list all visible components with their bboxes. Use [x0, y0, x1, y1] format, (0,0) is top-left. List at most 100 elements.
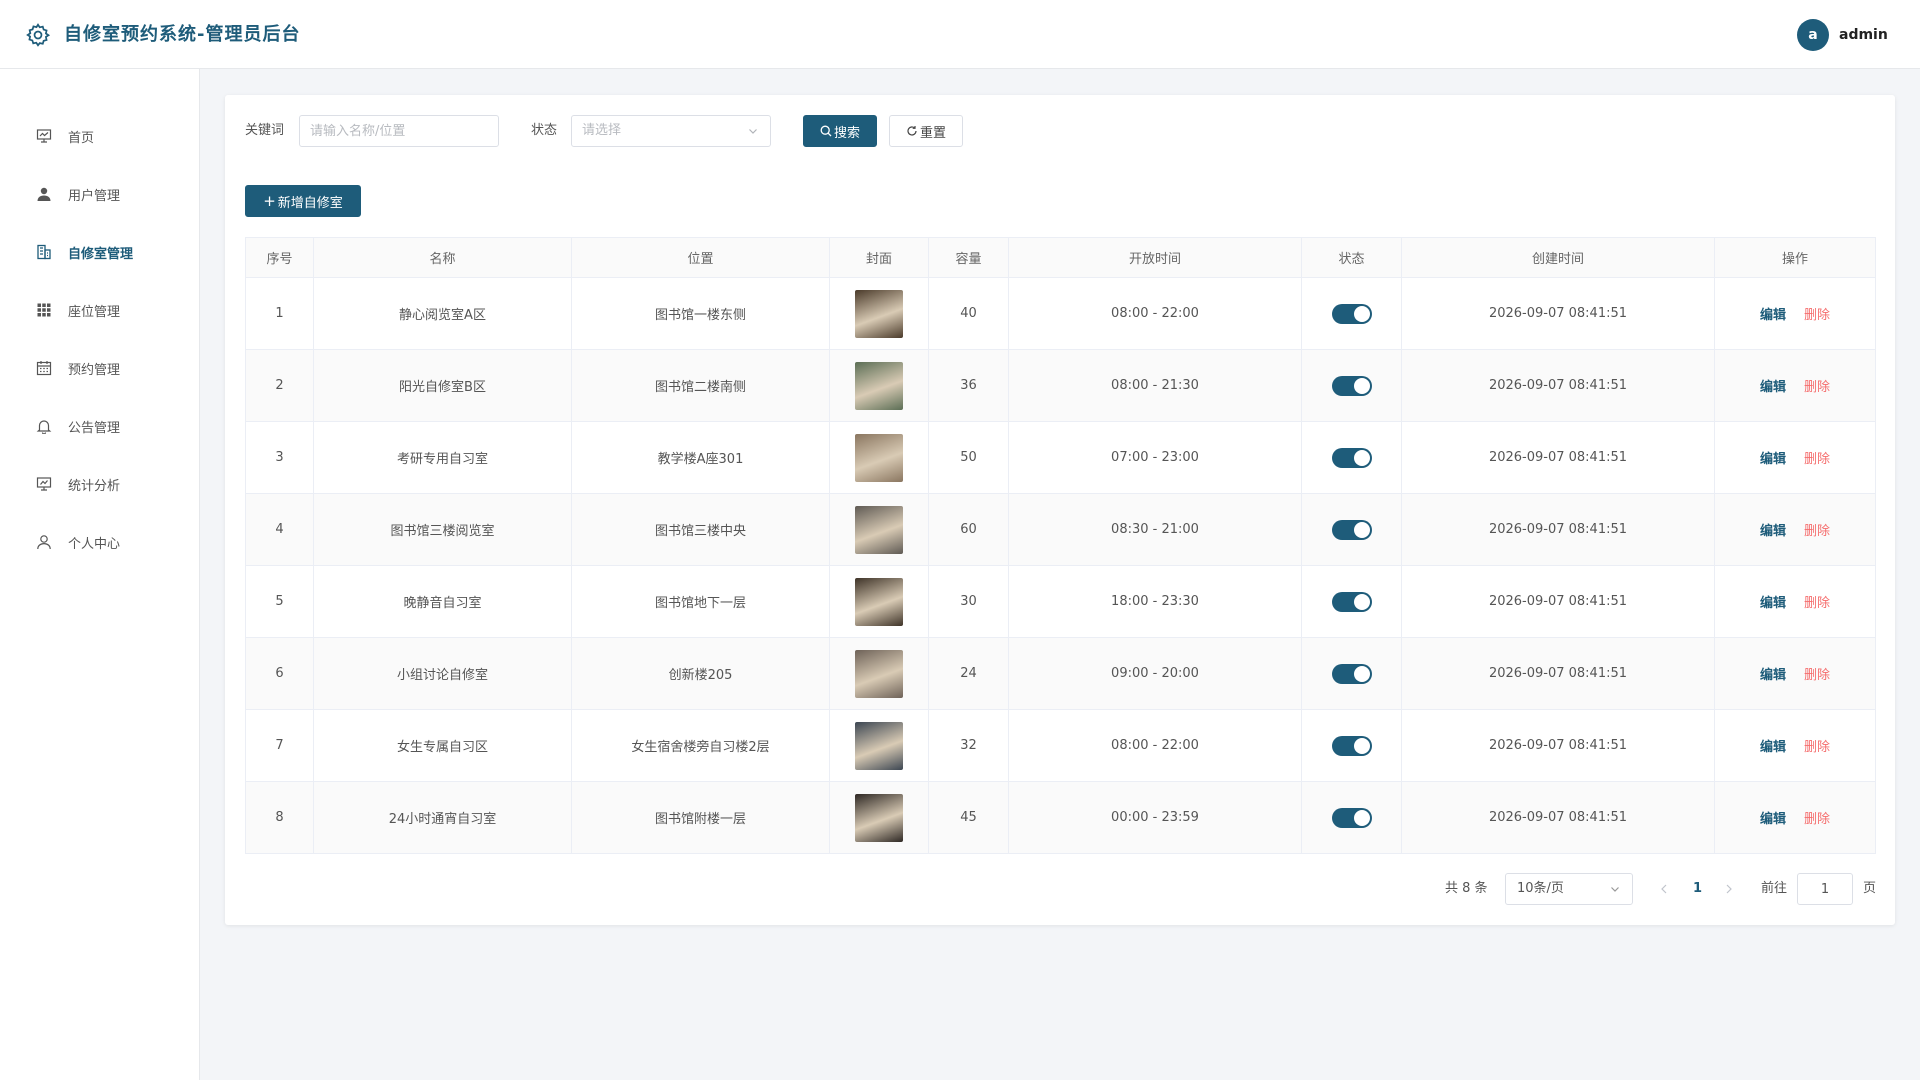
room-capacity: 40 [928, 277, 1009, 350]
sidebar-item-users[interactable]: 用户管理 [0, 174, 199, 214]
delete-button[interactable]: 删除 [1804, 452, 1830, 467]
cover-image[interactable] [855, 577, 903, 626]
edit-button[interactable]: 编辑 [1760, 308, 1786, 323]
column-header[interactable]: 创建时间 [1401, 237, 1715, 278]
sidebar-item-announcements[interactable]: 公告管理 [0, 406, 199, 446]
edit-button[interactable]: 编辑 [1760, 524, 1786, 539]
rooms-table: 序号 名称 位置 封面 容量 开放时间 状态 创建时间 操作 1 静心阅览室A区图… [245, 237, 1876, 854]
reset-button[interactable]: 重置 [889, 115, 963, 147]
status-toggle[interactable] [1331, 663, 1372, 684]
sidebar-item-reservations[interactable]: 预约管理 [0, 348, 199, 388]
delete-button[interactable]: 删除 [1804, 524, 1830, 539]
toggle-knob [1353, 737, 1370, 754]
sidebar-item-label: 预约管理 [68, 362, 121, 378]
actions-cell: 编辑 删除 [1714, 637, 1876, 710]
toggle-knob [1353, 809, 1370, 826]
room-name: 24小时通宵自习室 [313, 781, 572, 854]
room-capacity: 36 [928, 349, 1009, 422]
add-room-button[interactable]: + 新增自修室 [245, 185, 361, 217]
cover-image[interactable] [855, 289, 903, 338]
username[interactable]: admin [1839, 25, 1888, 45]
delete-button[interactable]: 删除 [1804, 596, 1830, 611]
column-header[interactable]: 名称 [313, 237, 572, 278]
column-header[interactable]: 序号 [245, 237, 314, 278]
status-toggle[interactable] [1331, 519, 1372, 540]
avatar[interactable]: a [1797, 19, 1829, 51]
status-toggle[interactable] [1331, 735, 1372, 756]
column-header[interactable]: 状态 [1301, 237, 1402, 278]
cover-image[interactable] [855, 433, 903, 482]
row-number: 8 [245, 781, 314, 854]
room-location: 图书馆二楼南侧 [571, 349, 830, 422]
edit-button[interactable]: 编辑 [1760, 380, 1786, 395]
created-time: 2026-09-07 08:41:51 [1401, 421, 1715, 494]
delete-button[interactable]: 删除 [1804, 740, 1830, 755]
cover-cell [829, 421, 929, 494]
open-hours: 08:00 - 21:30 [1008, 349, 1302, 422]
reset-button-label: 重置 [919, 125, 946, 141]
status-toggle[interactable] [1331, 303, 1372, 324]
sidebar-item-label: 公告管理 [68, 420, 121, 436]
edit-button[interactable]: 编辑 [1760, 740, 1786, 755]
column-header[interactable]: 开放时间 [1008, 237, 1302, 278]
keyword-input[interactable] [299, 115, 499, 147]
room-name: 阳光自修室B区 [313, 349, 572, 422]
edit-button[interactable]: 编辑 [1760, 668, 1786, 683]
bell-icon [35, 417, 53, 435]
edit-button[interactable]: 编辑 [1760, 812, 1786, 827]
column-header[interactable]: 容量 [928, 237, 1009, 278]
column-header[interactable]: 封面 [829, 237, 929, 278]
created-time: 2026-09-07 08:41:51 [1401, 637, 1715, 710]
cover-image[interactable] [855, 649, 903, 698]
edit-button[interactable]: 编辑 [1760, 596, 1786, 611]
sidebar-item-statistics[interactable]: 统计分析 [0, 464, 199, 504]
open-hours: 08:30 - 21:00 [1008, 493, 1302, 566]
sidebar-item-home[interactable]: 首页 [0, 116, 199, 156]
table-row: 2 阳光自修室B区 图书馆二楼南侧 36 08:00 - 21:30 2026-09-07… [245, 349, 1876, 422]
room-capacity: 60 [928, 493, 1009, 566]
page-number-current[interactable]: 1 [1693, 873, 1702, 905]
actions-cell: 编辑 删除 [1714, 349, 1876, 422]
open-hours: 00:00 - 23:59 [1008, 781, 1302, 854]
actions-cell: 编辑 删除 [1714, 781, 1876, 854]
sidebar-item-rooms[interactable]: 自修室管理 [0, 232, 199, 272]
status-toggle[interactable] [1331, 447, 1372, 468]
open-hours: 18:00 - 23:30 [1008, 565, 1302, 638]
room-name: 静心阅览室A区 [313, 277, 572, 350]
room-name: 图书馆三楼阅览室 [313, 493, 572, 566]
delete-button[interactable]: 删除 [1804, 812, 1830, 827]
created-time: 2026-09-07 08:41:51 [1401, 565, 1715, 638]
status-toggle[interactable] [1331, 807, 1372, 828]
goto-label: 前往 [1761, 881, 1788, 896]
cover-image[interactable] [855, 793, 903, 842]
column-header[interactable]: 操作 [1714, 237, 1876, 278]
content-card: 关键词 状态 请选择 搜索 重置 + 新增自修室 序号 名称 位置 封面 容量 … [225, 95, 1895, 925]
delete-button[interactable]: 删除 [1804, 308, 1830, 323]
toggle-knob [1353, 521, 1370, 538]
status-select-placeholder: 请选择 [582, 123, 622, 138]
delete-button[interactable]: 删除 [1804, 380, 1830, 395]
column-header[interactable]: 位置 [571, 237, 830, 278]
page-size-select[interactable]: 10条/页 [1505, 873, 1633, 905]
cover-image[interactable] [855, 361, 903, 410]
search-button[interactable]: 搜索 [803, 115, 877, 147]
status-select[interactable]: 请选择 [571, 115, 771, 147]
edit-button[interactable]: 编辑 [1760, 452, 1786, 467]
app-title: 自修室预约系统-管理员后台 [64, 24, 301, 45]
cover-image[interactable] [855, 505, 903, 554]
cover-image[interactable] [855, 721, 903, 770]
next-page-button[interactable] [1721, 873, 1737, 905]
chevron-down-icon [1611, 887, 1619, 892]
prev-page-button[interactable] [1656, 873, 1672, 905]
goto-page-input[interactable] [1797, 873, 1853, 905]
status-cell [1301, 349, 1402, 422]
status-toggle[interactable] [1331, 375, 1372, 396]
status-toggle[interactable] [1331, 591, 1372, 612]
delete-button[interactable]: 删除 [1804, 668, 1830, 683]
person-icon [35, 533, 53, 551]
sidebar-item-profile[interactable]: 个人中心 [0, 522, 199, 562]
toggle-knob [1353, 449, 1370, 466]
room-location: 创新楼205 [571, 637, 830, 710]
actions-cell: 编辑 删除 [1714, 565, 1876, 638]
sidebar-item-seats[interactable]: 座位管理 [0, 290, 199, 330]
